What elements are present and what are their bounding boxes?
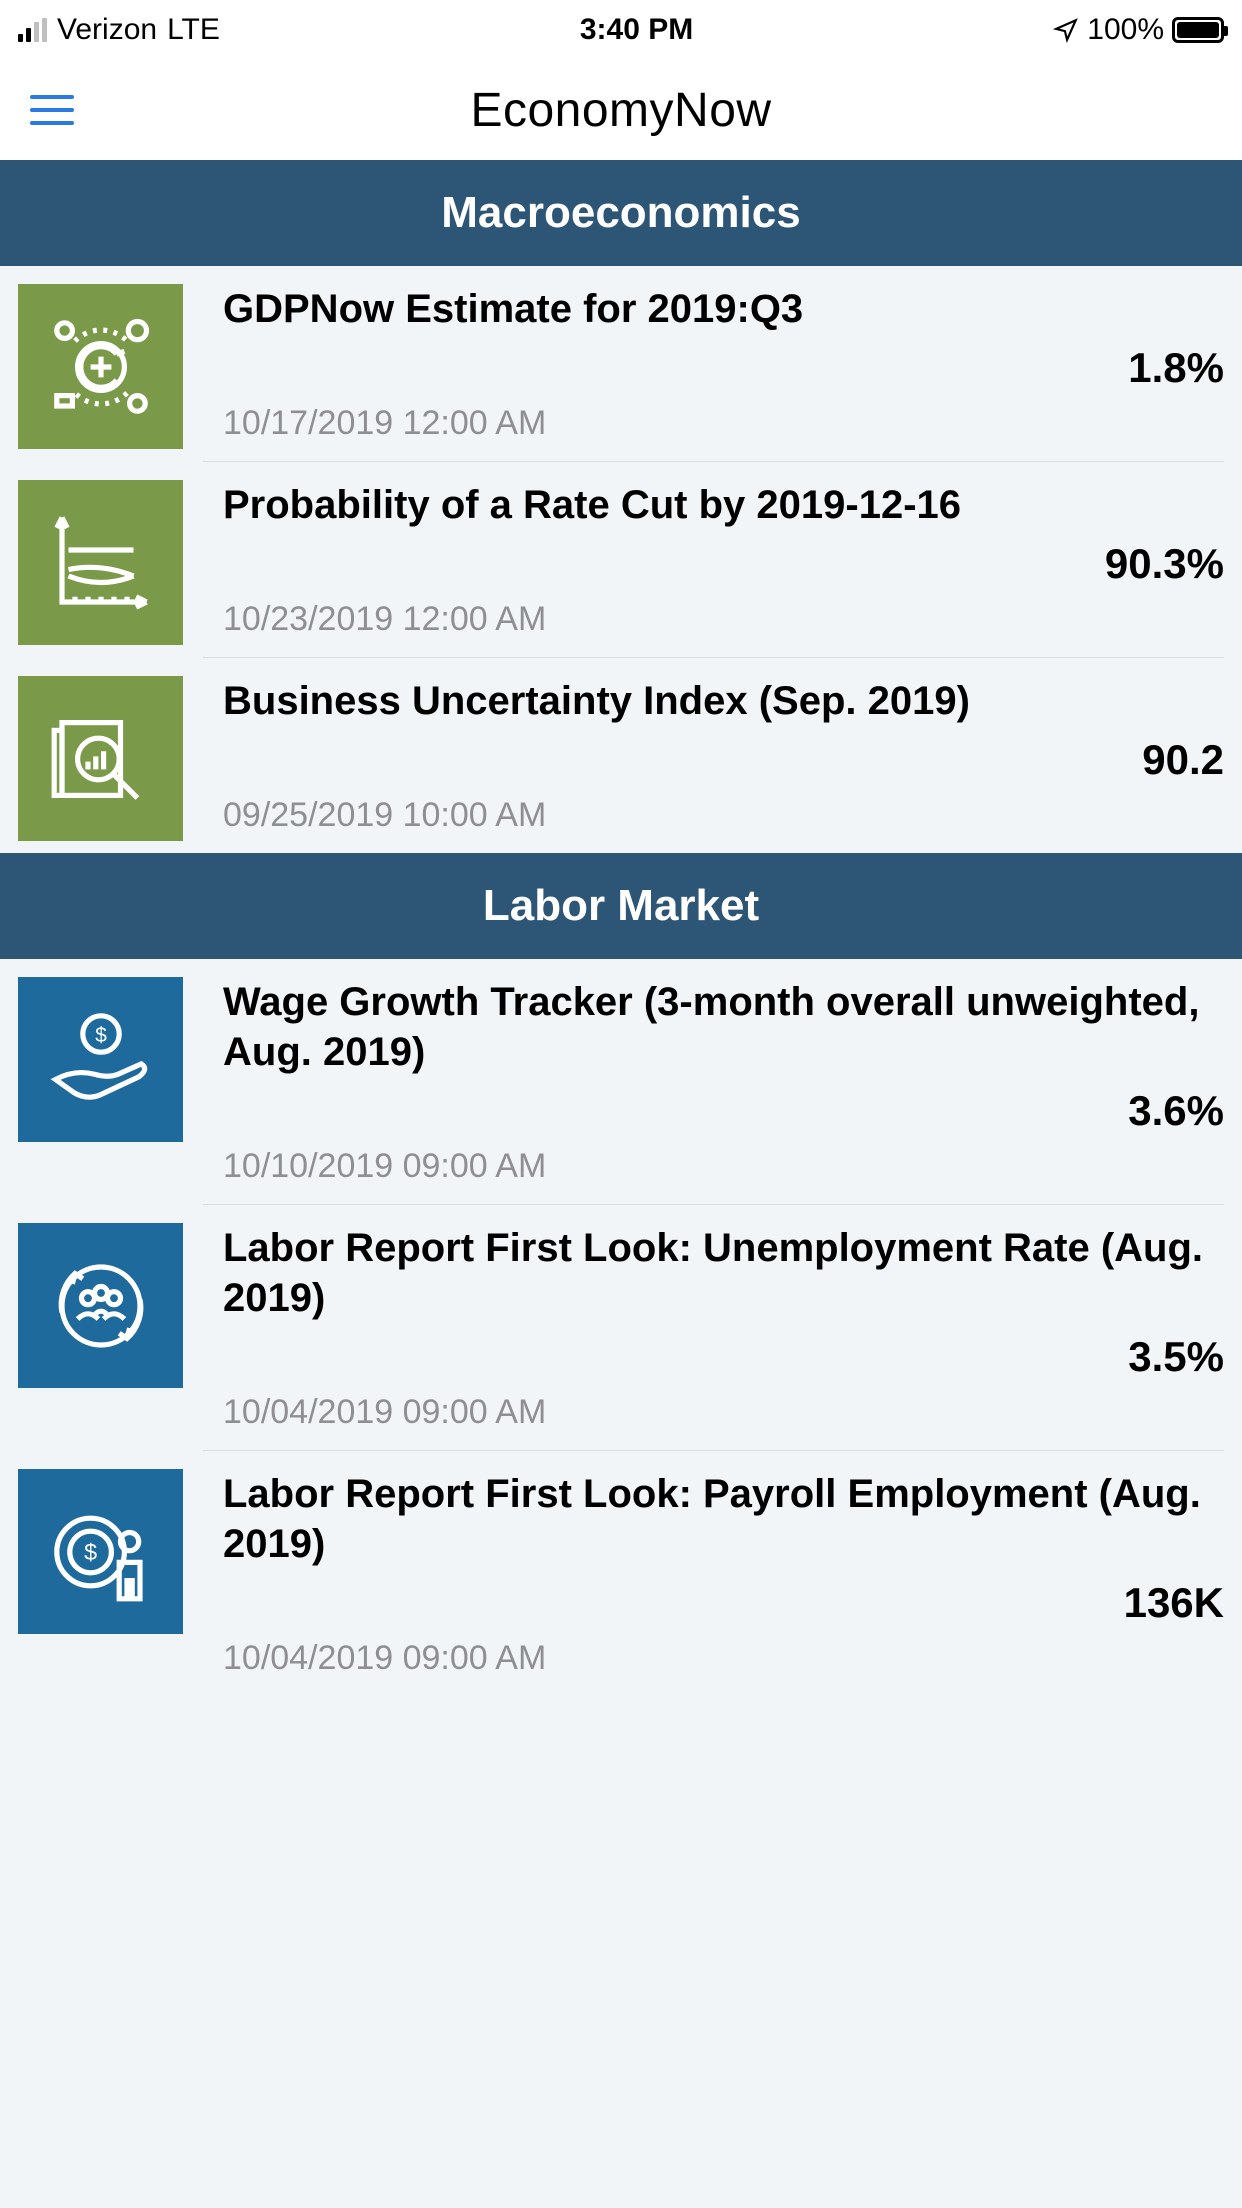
battery-pct: 100% [1087,13,1164,47]
coin-man-icon: $ [18,1469,183,1634]
section-header-macroeconomics: Macroeconomics [0,160,1242,266]
status-right: 100% [1053,13,1224,47]
item-value: 90.3% [223,540,1224,588]
item-title: Probability of a Rate Cut by 2019-12-16 [223,480,1224,530]
cycle-icon [18,284,183,449]
magnifier-icon [18,676,183,841]
item-value: 3.6% [223,1087,1224,1135]
carrier-label: Verizon [57,13,157,47]
list-item[interactable]: Business Uncertainty Index (Sep. 2019) 9… [0,658,1242,853]
item-date: 10/23/2019 12:00 AM [223,588,1224,639]
list-item[interactable]: GDPNow Estimate for 2019:Q3 1.8% 10/17/2… [0,266,1242,462]
list-item[interactable]: Probability of a Rate Cut by 2019-12-16 … [0,462,1242,658]
chart-icon [18,480,183,645]
list-item[interactable]: $ Labor Report First Look: Payroll Emplo… [0,1451,1242,1696]
hand-coin-icon: $ [18,977,183,1142]
status-bar: Verizon LTE 3:40 PM 100% [0,0,1242,60]
item-value: 1.8% [223,344,1224,392]
battery-icon [1172,17,1224,43]
people-icon [18,1223,183,1388]
item-date: 09/25/2019 10:00 AM [223,784,1224,835]
status-left: Verizon LTE [18,13,220,47]
network-label: LTE [167,13,220,47]
list-item[interactable]: Labor Report First Look: Unemployment Ra… [0,1205,1242,1451]
item-date: 10/17/2019 12:00 AM [223,392,1224,443]
hamburger-icon [30,95,74,99]
svg-text:$: $ [95,1023,107,1046]
item-title: Labor Report First Look: Payroll Employm… [223,1469,1224,1569]
item-date: 10/04/2019 09:00 AM [223,1381,1224,1432]
section-list-labor-market: $ Wage Growth Tracker (3-month overall u… [0,959,1242,1696]
item-title: Business Uncertainty Index (Sep. 2019) [223,676,1224,726]
app-title: EconomyNow [470,83,771,138]
item-title: Labor Report First Look: Unemployment Ra… [223,1223,1224,1323]
status-time: 3:40 PM [580,13,693,47]
item-date: 10/10/2019 09:00 AM [223,1135,1224,1186]
section-header-labor-market: Labor Market [0,853,1242,959]
signal-icon [18,18,47,42]
item-title: Wage Growth Tracker (3-month overall unw… [223,977,1224,1077]
location-icon [1053,17,1079,43]
section-list-macroeconomics: GDPNow Estimate for 2019:Q3 1.8% 10/17/2… [0,266,1242,853]
item-date: 10/04/2019 09:00 AM [223,1627,1224,1678]
list-item[interactable]: $ Wage Growth Tracker (3-month overall u… [0,959,1242,1205]
item-value: 136K [223,1579,1224,1627]
menu-button[interactable] [30,85,80,135]
item-title: GDPNow Estimate for 2019:Q3 [223,284,1224,334]
svg-text:$: $ [84,1538,97,1564]
item-value: 3.5% [223,1333,1224,1381]
item-value: 90.2 [223,736,1224,784]
nav-bar: EconomyNow [0,60,1242,160]
